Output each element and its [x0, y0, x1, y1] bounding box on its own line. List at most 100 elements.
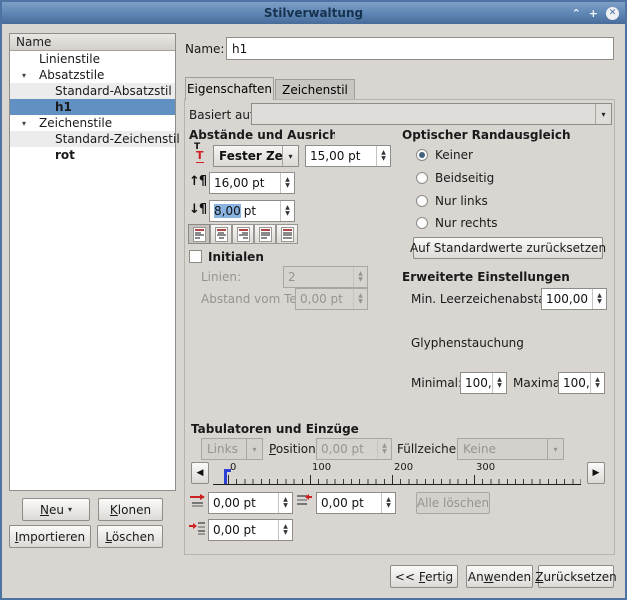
align-force-justify-button[interactable]: [276, 224, 298, 244]
ruler-scroll-left-button[interactable]: ◀: [191, 462, 209, 484]
spin-value: 100,00: [559, 373, 590, 393]
tree-expanded-icon[interactable]: ▾: [22, 71, 26, 80]
spin-buttons: ▲▼: [377, 439, 391, 459]
style-list: Name Linienstile ▾ Absatzstile Standard-…: [9, 33, 176, 491]
spin-value: 0,00 pt: [209, 493, 278, 513]
tree-expanded-icon[interactable]: ▾: [22, 119, 26, 128]
list-item-absatzstile[interactable]: ▾ Absatzstile: [10, 67, 175, 83]
reset-to-defaults-button[interactable]: Auf Standardwerte zurücksetzen: [413, 237, 603, 259]
close-icon[interactable]: ✕: [606, 7, 619, 20]
radio-keiner[interactable]: [416, 149, 428, 161]
indent-marker[interactable]: [224, 469, 227, 484]
align-justify-icon: [259, 227, 272, 242]
name-label: Name:: [185, 42, 224, 56]
spin-buttons[interactable]: ▲▼: [278, 493, 292, 513]
align-right-button[interactable]: [232, 224, 254, 244]
list-item-label: Linienstile: [39, 52, 100, 66]
align-justify-button[interactable]: [254, 224, 276, 244]
spin-down-icon[interactable]: ▼: [381, 156, 386, 162]
import-button[interactable]: Importieren: [9, 525, 91, 548]
done-button-label: << Fertig: [395, 570, 453, 584]
tab-position-spinner: 0,00 pt ▲▼: [316, 438, 392, 460]
radio-beidseitig[interactable]: [416, 172, 428, 184]
delete-button[interactable]: Löschen: [97, 525, 163, 548]
spin-buttons[interactable]: ▲▼: [280, 201, 294, 221]
list-item-zeichenstile[interactable]: ▾ Zeichenstile: [10, 115, 175, 131]
list-item-rot[interactable]: rot: [10, 147, 175, 163]
space-below-spinner[interactable]: 8,00pt ▲▼: [209, 200, 295, 222]
list-item-standard-zeichenstil[interactable]: Standard-Zeichenstil: [10, 131, 175, 147]
line-spacing-mode-select[interactable]: Fester Zeilenab ▾: [213, 145, 299, 167]
based-on-label: Basiert auf:: [189, 108, 258, 122]
style-manager-window: Stilverwaltung ⌃ + ✕ Name Linienstile ▾ …: [0, 0, 627, 600]
ruler-ticks: [228, 479, 581, 484]
space-above-spinner[interactable]: 16,00 pt ▲▼: [209, 172, 295, 194]
apply-button[interactable]: Anwenden: [466, 565, 533, 588]
maximal-spinner[interactable]: 100,00 ▲▼: [558, 372, 605, 394]
radio-nur-rechts[interactable]: [416, 217, 428, 229]
first-line-indent-spinner[interactable]: 0,00 pt ▲▼: [208, 492, 293, 514]
done-button[interactable]: << Fertig: [390, 565, 458, 588]
spin-down-icon[interactable]: ▼: [285, 211, 290, 217]
spin-down-icon[interactable]: ▼: [285, 183, 290, 189]
shade-icon[interactable]: ⌃: [572, 8, 581, 19]
reset-button[interactable]: Zurücksetzen: [538, 565, 614, 588]
maximize-icon[interactable]: +: [589, 8, 598, 19]
titlebar[interactable]: Stilverwaltung ⌃ + ✕: [2, 2, 625, 24]
list-item-h1-selected[interactable]: h1: [10, 99, 175, 115]
spin-down-icon[interactable]: ▼: [597, 299, 602, 305]
left-indent-spinner[interactable]: 0,00 pt ▲▼: [208, 519, 293, 541]
spin-buttons[interactable]: ▲▼: [590, 373, 604, 393]
align-left-button[interactable]: [188, 224, 210, 244]
name-input[interactable]: [226, 37, 614, 60]
list-item-standard-absatzstil[interactable]: Standard-Absatzstil: [10, 83, 175, 99]
align-force-justify-icon: [281, 227, 294, 242]
spin-buttons[interactable]: ▲▼: [278, 520, 292, 540]
combo-arrow-icon[interactable]: ▾: [282, 146, 298, 166]
spin-buttons[interactable]: ▲▼: [376, 146, 390, 166]
list-item-label: Standard-Zeichenstil: [55, 132, 180, 146]
spin-buttons: ▲▼: [353, 267, 367, 287]
new-button[interactable]: Neu ▾: [22, 498, 90, 521]
dropdown-arrow-icon: ▾: [68, 505, 72, 514]
properties-panel: Basiert auf: ▾ Abstände und Ausrichtung …: [184, 99, 615, 555]
spin-down-icon[interactable]: ▼: [283, 503, 288, 509]
spin-buttons[interactable]: ▲▼: [280, 173, 294, 193]
tab-type-value: Links: [202, 439, 246, 459]
radio-nur-links[interactable]: [416, 195, 428, 207]
align-center-button[interactable]: [210, 224, 232, 244]
spin-value: 0,00 pt: [209, 520, 278, 540]
spin-buttons[interactable]: ▲▼: [492, 373, 506, 393]
spin-value: 0,00 pt: [296, 289, 353, 309]
initials-lines-label: Linien:: [201, 270, 241, 284]
right-indent-spinner[interactable]: 0,00 pt ▲▼: [316, 492, 396, 514]
clear-all-tabs-label: Alle löschen: [417, 496, 489, 510]
spin-down-icon[interactable]: ▼: [595, 383, 600, 389]
list-item-linienstile[interactable]: Linienstile: [10, 51, 175, 67]
list-item-label: h1: [55, 100, 72, 114]
ruler-scroll-right-button[interactable]: ▶: [587, 462, 605, 484]
line-spacing-spinner[interactable]: 15,00 pt ▲▼: [305, 145, 391, 167]
spin-down-icon[interactable]: ▼: [386, 503, 391, 509]
spin-buttons[interactable]: ▲▼: [592, 289, 606, 309]
minimal-label: Minimal:: [411, 376, 462, 390]
spin-value: 100,00 %: [542, 289, 592, 309]
tab-label: Zeichenstil: [282, 83, 348, 97]
clone-button[interactable]: Klonen: [98, 498, 163, 521]
ruler-label: 100: [312, 462, 331, 473]
min-space-spinner[interactable]: 100,00 % ▲▼: [541, 288, 607, 310]
initials-checkbox[interactable]: [189, 250, 202, 263]
style-list-header[interactable]: Name: [10, 34, 175, 51]
tab-zeichenstil[interactable]: Zeichenstil: [275, 79, 355, 100]
based-on-select[interactable]: ▾: [251, 103, 612, 125]
combo-arrow-icon[interactable]: ▾: [595, 104, 611, 124]
tab-eigenschaften[interactable]: Eigenschaften: [185, 77, 274, 100]
tab-label: Eigenschaften: [187, 82, 272, 96]
spin-buttons[interactable]: ▲▼: [381, 493, 395, 513]
spin-down-icon[interactable]: ▼: [497, 383, 502, 389]
spin-down-icon[interactable]: ▼: [283, 530, 288, 536]
tab-ruler[interactable]: 0 100 200 300: [213, 461, 581, 485]
ruler-label: 300: [476, 462, 495, 473]
minimal-spinner[interactable]: 100,00 ▲▼: [460, 372, 507, 394]
apply-button-label: Anwenden: [468, 570, 531, 584]
